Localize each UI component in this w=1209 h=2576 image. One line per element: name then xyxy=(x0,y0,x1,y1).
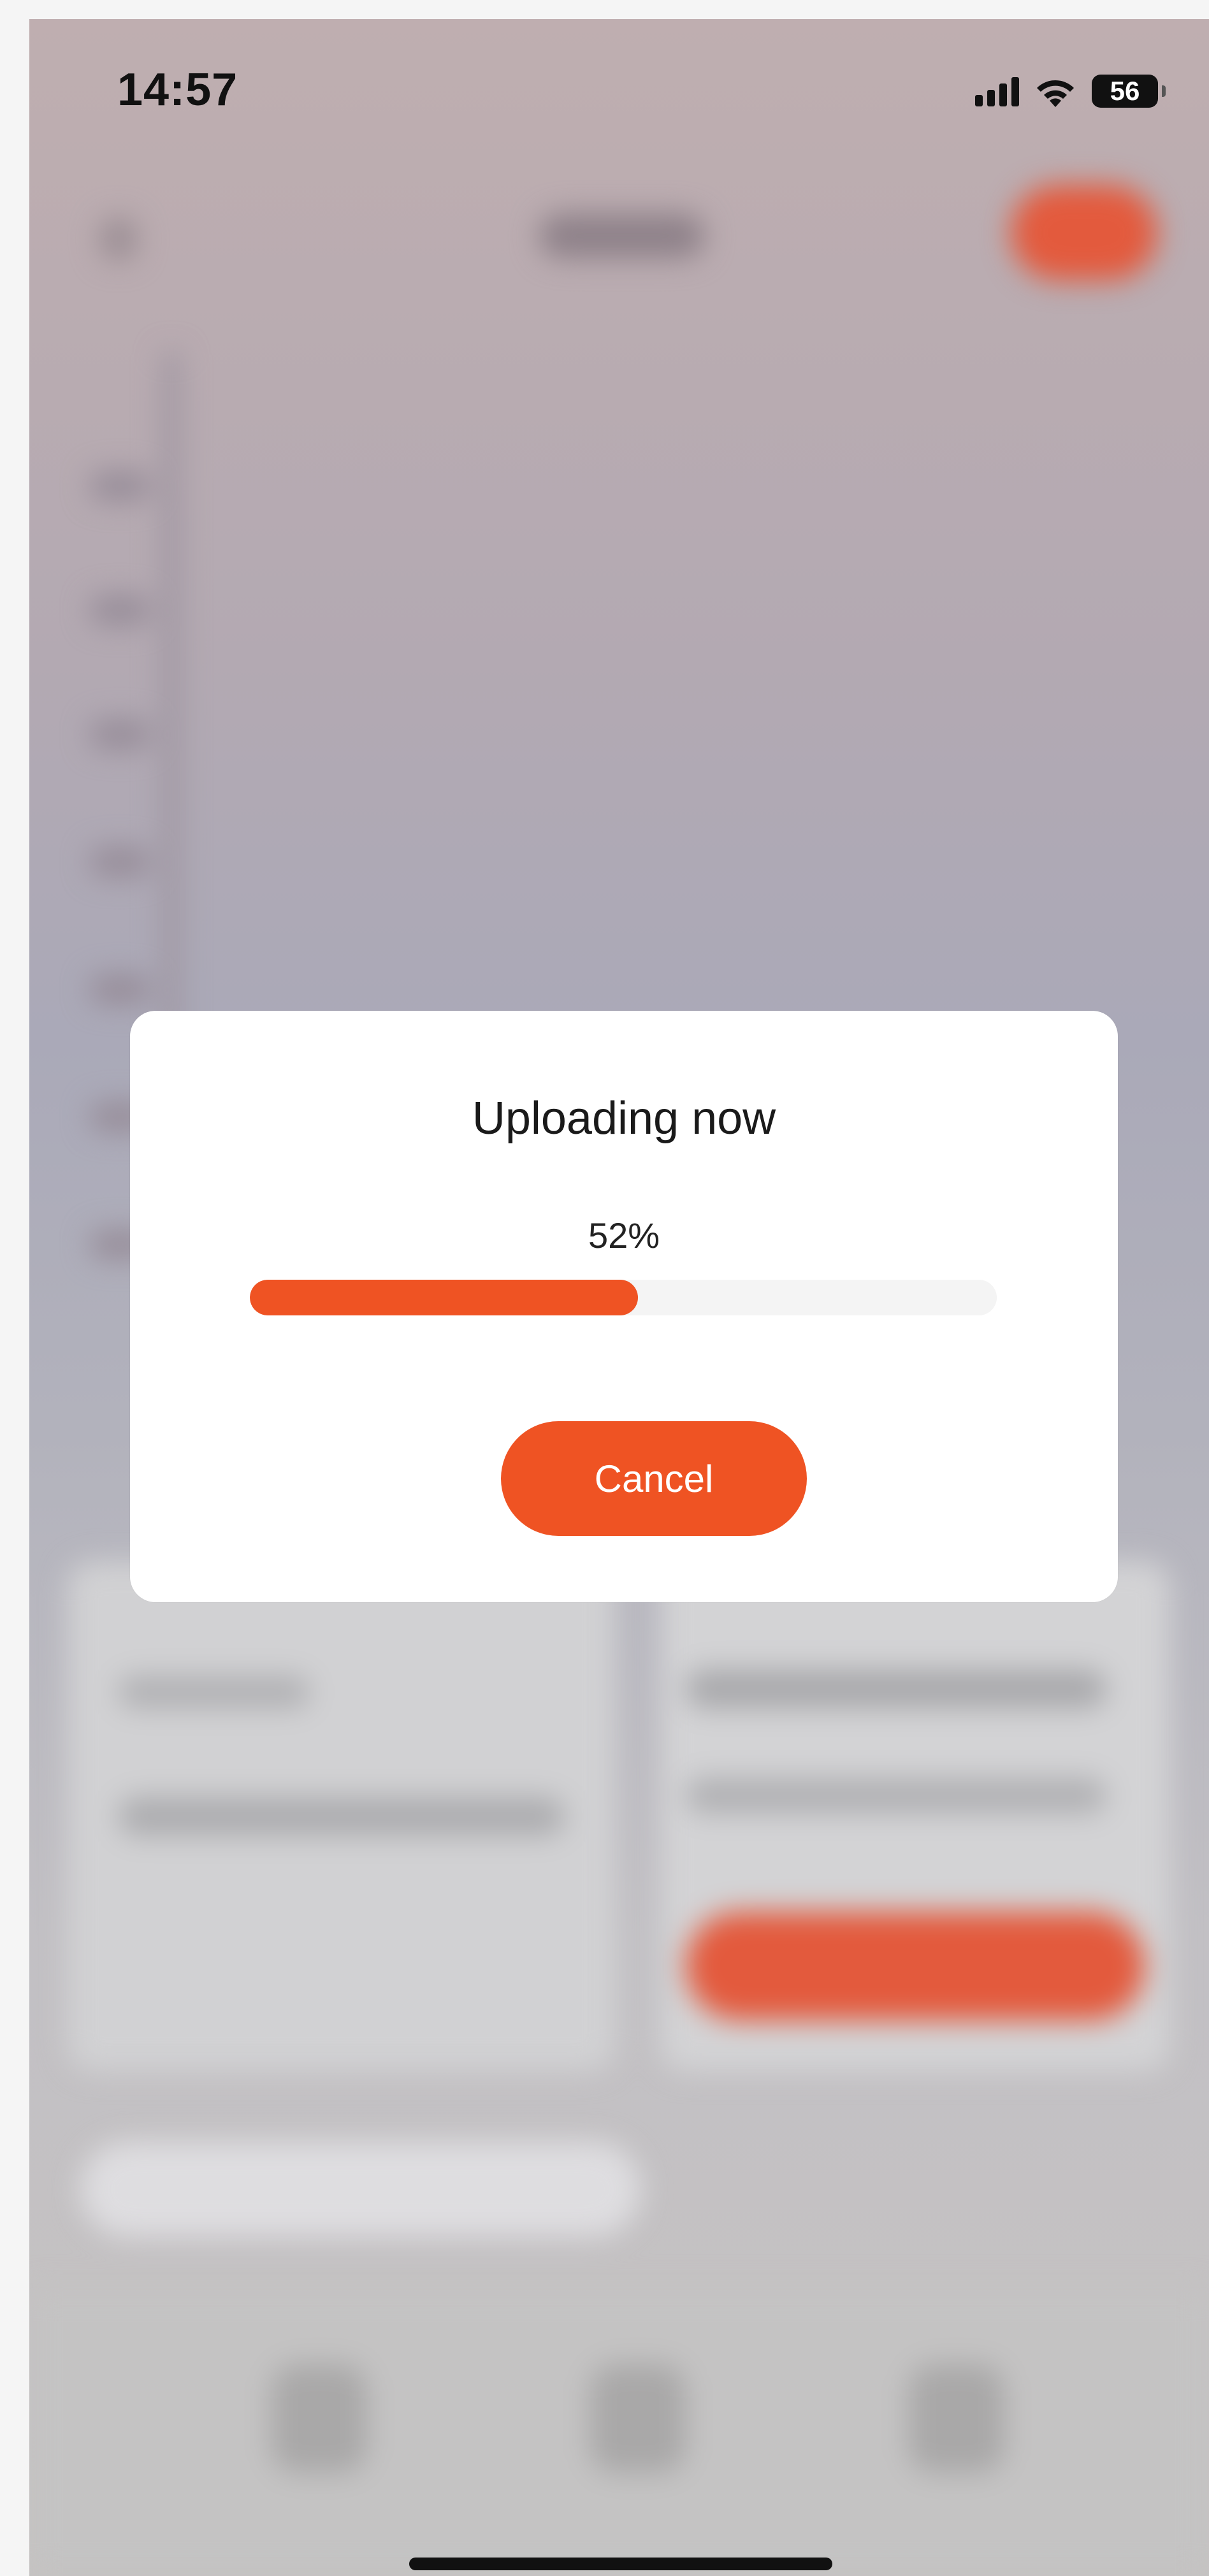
blurred-back-icon xyxy=(99,217,138,261)
cancel-button[interactable]: Cancel xyxy=(501,1421,807,1536)
blurred-tick xyxy=(90,720,150,749)
phone-screen: 14:57 56 Uploading now 52% Cancel xyxy=(29,19,1209,2576)
upload-dialog: Uploading now 52% Cancel xyxy=(130,1011,1118,1602)
blurred-tab-icon xyxy=(909,2364,1004,2473)
status-time: 14:57 xyxy=(117,64,238,115)
blurred-tick xyxy=(90,596,150,625)
signal-icon xyxy=(975,76,1019,106)
progress-bar xyxy=(250,1280,997,1315)
blurred-pill xyxy=(80,2141,641,2237)
battery-icon: 56 xyxy=(1092,75,1166,108)
progress-bar-fill xyxy=(250,1280,639,1315)
blurred-card-button xyxy=(686,1912,1145,2020)
blurred-header-button xyxy=(1011,185,1157,280)
wifi-icon xyxy=(1037,80,1074,107)
blurred-tick xyxy=(90,848,150,876)
blurred-tab-icon xyxy=(271,2364,367,2473)
home-indicator xyxy=(409,2558,832,2570)
status-bar: 14:57 56 xyxy=(29,19,1209,159)
blurred-text xyxy=(119,1797,565,1835)
dialog-title: Uploading now xyxy=(472,1093,776,1144)
blurred-tick xyxy=(90,975,150,1004)
status-icons: 56 xyxy=(975,69,1166,113)
blurred-text xyxy=(686,1670,1106,1708)
progress-percent: 52% xyxy=(588,1215,660,1255)
battery-level: 56 xyxy=(1110,76,1140,106)
blurred-text xyxy=(119,1676,310,1708)
blurred-tick xyxy=(90,472,150,500)
blurred-tab-icon xyxy=(590,2364,686,2473)
blurred-text xyxy=(686,1778,1106,1813)
blurred-title xyxy=(539,213,705,258)
